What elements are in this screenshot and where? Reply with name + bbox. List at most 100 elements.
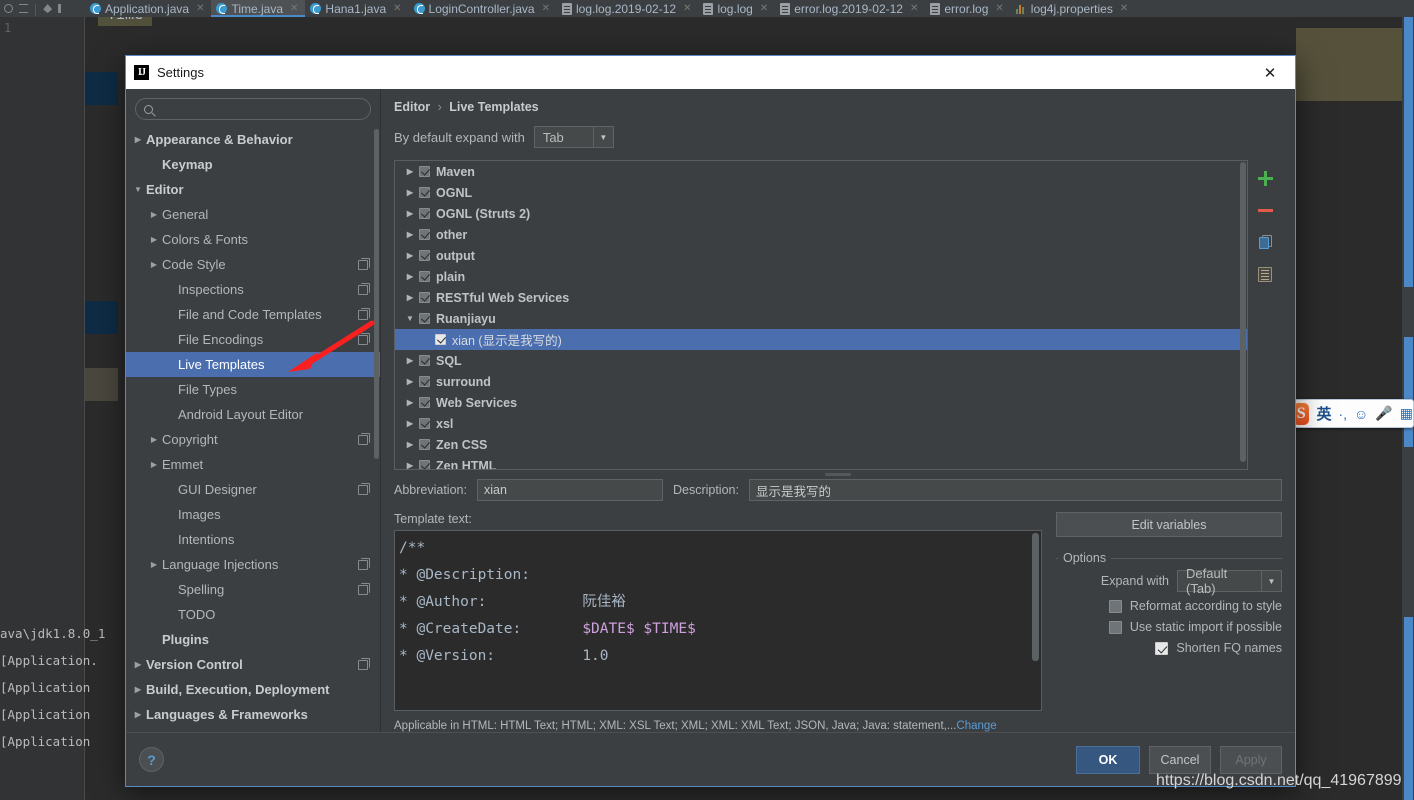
chevron-right-icon[interactable]: ▶	[403, 398, 417, 407]
static-import-option-row[interactable]: Use static import if possible	[1056, 620, 1282, 634]
template-enabled-checkbox[interactable]	[419, 313, 430, 324]
template-enabled-checkbox[interactable]	[435, 334, 446, 345]
expand-with-select[interactable]: Default (Tab) ▼	[1177, 566, 1282, 596]
static-import-checkbox[interactable]	[1108, 620, 1122, 634]
close-tab-icon[interactable]: ✕	[542, 3, 550, 14]
shorten-fq-option-row[interactable]: Shorten FQ names	[1056, 641, 1282, 655]
sidebar-item-inspections[interactable]: Inspections	[126, 277, 380, 302]
close-tab-icon[interactable]: ✕	[995, 3, 1003, 14]
editor-scrollbar-thumb[interactable]	[1404, 617, 1413, 800]
template-enabled-checkbox[interactable]	[419, 187, 430, 198]
pin-icon[interactable]	[43, 4, 53, 13]
template-group-row[interactable]: ▶ RESTful Web Services	[395, 287, 1247, 308]
sidebar-scrollbar-thumb[interactable]	[374, 129, 379, 459]
template-enabled-checkbox[interactable]	[419, 250, 430, 261]
sidebar-item-android-layout-editor[interactable]: Android Layout Editor	[126, 402, 380, 427]
chevron-right-icon[interactable]: ▶	[403, 419, 417, 428]
chevron-right-icon[interactable]: ▶	[132, 135, 144, 144]
sidebar-item-spelling[interactable]: Spelling	[126, 577, 380, 602]
close-icon[interactable]: ✕	[1253, 56, 1287, 89]
sogou-ime-toolbar[interactable]: S 英 ·, ☺ 🎤 ▦	[1288, 399, 1414, 428]
template-text-scrollbar-thumb[interactable]	[1032, 533, 1039, 661]
template-group-list[interactable]: ▶ Maven ▶ OGNL ▶ OGNL (Struts 2) ▶ other ▶ output…	[394, 160, 1248, 470]
sidebar-item-emmet[interactable]: ▶ Emmet	[126, 452, 380, 477]
chevron-right-icon[interactable]: ▶	[403, 272, 417, 281]
ok-button[interactable]: OK	[1076, 745, 1140, 774]
editor-tab-time-java[interactable]: Time.java ✕	[211, 0, 306, 17]
sidebar-item-keymap[interactable]: Keymap	[126, 152, 380, 177]
template-group-row[interactable]: ▶ OGNL (Struts 2)	[395, 203, 1247, 224]
template-enabled-checkbox[interactable]	[419, 292, 430, 303]
chevron-down-icon[interactable]: ▼	[1261, 571, 1281, 591]
chevron-right-icon[interactable]: ▶	[403, 356, 417, 365]
template-enabled-checkbox[interactable]	[419, 418, 430, 429]
sidebar-item-file-types[interactable]: File Types	[126, 377, 380, 402]
reformat-checkbox[interactable]	[1108, 599, 1122, 613]
sidebar-item-file-and-code-templates[interactable]: File and Code Templates	[126, 302, 380, 327]
ime-emoji-icon[interactable]: ☺	[1354, 406, 1368, 422]
chevron-right-icon[interactable]: ▶	[403, 440, 417, 449]
template-enabled-checkbox[interactable]	[419, 376, 430, 387]
chevron-right-icon[interactable]: ▶	[148, 560, 160, 569]
template-group-row[interactable]: ▶ Zen HTML	[395, 455, 1247, 469]
chevron-right-icon[interactable]: ▶	[148, 210, 160, 219]
template-group-row[interactable]: ▼ Ruanjiayu	[395, 308, 1247, 329]
chevron-right-icon[interactable]: ▶	[403, 293, 417, 302]
sidebar-item-code-style[interactable]: ▶ Code Style	[126, 252, 380, 277]
splitter-grip[interactable]	[825, 473, 851, 476]
default-expand-select[interactable]: Tab ▼	[533, 126, 614, 148]
template-group-row[interactable]: ▶ OGNL	[395, 182, 1247, 203]
change-context-button[interactable]	[1255, 264, 1275, 284]
chevron-right-icon[interactable]: ▶	[148, 435, 160, 444]
sidebar-item-todo[interactable]: TODO	[126, 602, 380, 627]
anchor-icon[interactable]	[19, 4, 28, 13]
breadcrumb-parent[interactable]: Editor	[394, 100, 430, 114]
remove-template-button[interactable]	[1255, 200, 1275, 220]
chevron-right-icon[interactable]: ▶	[403, 230, 417, 239]
ime-punctuation-icon[interactable]: ·,	[1338, 406, 1347, 422]
template-enabled-checkbox[interactable]	[419, 271, 430, 282]
help-button[interactable]: ?	[139, 747, 164, 772]
chevron-down-icon[interactable]: ▼	[403, 314, 417, 323]
close-tab-icon[interactable]: ✕	[683, 3, 691, 14]
editor-tab-hana1-java[interactable]: Hana1.java ✕	[305, 0, 408, 17]
description-input[interactable]	[748, 479, 1282, 501]
sidebar-item-build-execution-deployment[interactable]: ▶ Build, Execution, Deployment	[126, 677, 380, 702]
chevron-right-icon[interactable]: ▶	[148, 460, 160, 469]
close-tab-icon[interactable]: ✕	[910, 3, 918, 14]
chevron-right-icon[interactable]: ▶	[148, 260, 160, 269]
sidebar-item-live-templates[interactable]: Live Templates	[126, 352, 380, 377]
debug-icon[interactable]	[4, 4, 13, 13]
reformat-option-row[interactable]: Reformat according to style	[1056, 599, 1282, 613]
editor-tab-log-log[interactable]: log.log ✕	[698, 0, 775, 17]
chevron-right-icon[interactable]: ▶	[148, 235, 160, 244]
cancel-button[interactable]: Cancel	[1149, 745, 1211, 774]
sidebar-item-plugins[interactable]: Plugins	[126, 627, 380, 652]
search-box[interactable]	[135, 98, 371, 120]
close-tab-icon[interactable]: ✕	[290, 3, 298, 14]
close-tab-icon[interactable]: ✕	[760, 3, 768, 14]
template-group-row[interactable]: ▶ surround	[395, 371, 1247, 392]
editor-tab-logincontroller-java[interactable]: LoginController.java ✕	[409, 0, 557, 17]
close-tab-icon[interactable]: ✕	[196, 3, 204, 14]
search-input[interactable]	[158, 102, 362, 116]
shorten-fq-checkbox[interactable]	[1155, 641, 1169, 655]
sidebar-item-version-control[interactable]: ▶ Version Control	[126, 652, 380, 677]
close-tab-icon[interactable]: ✕	[1120, 3, 1128, 14]
chevron-right-icon[interactable]: ▶	[403, 188, 417, 197]
chevron-down-icon[interactable]: ▼	[132, 185, 144, 194]
editor-scrollbar-thumb[interactable]	[1404, 337, 1413, 447]
sidebar-item-file-encodings[interactable]: File Encodings	[126, 327, 380, 352]
sidebar-item-images[interactable]: Images	[126, 502, 380, 527]
template-group-row[interactable]: ▶ xsl	[395, 413, 1247, 434]
template-enabled-checkbox[interactable]	[419, 397, 430, 408]
chevron-right-icon[interactable]: ▶	[403, 461, 417, 469]
template-group-row[interactable]: ▶ Maven	[395, 161, 1247, 182]
ime-voice-icon[interactable]: 🎤	[1375, 405, 1392, 422]
dialog-titlebar[interactable]: IJ Settings ✕	[126, 56, 1295, 89]
sidebar-item-gui-designer[interactable]: GUI Designer	[126, 477, 380, 502]
sidebar-item-general[interactable]: ▶ General	[126, 202, 380, 227]
ime-keyboard-icon[interactable]: ▦	[1400, 405, 1413, 422]
chevron-right-icon[interactable]: ▶	[403, 377, 417, 386]
panel-splitter[interactable]	[394, 470, 1282, 479]
